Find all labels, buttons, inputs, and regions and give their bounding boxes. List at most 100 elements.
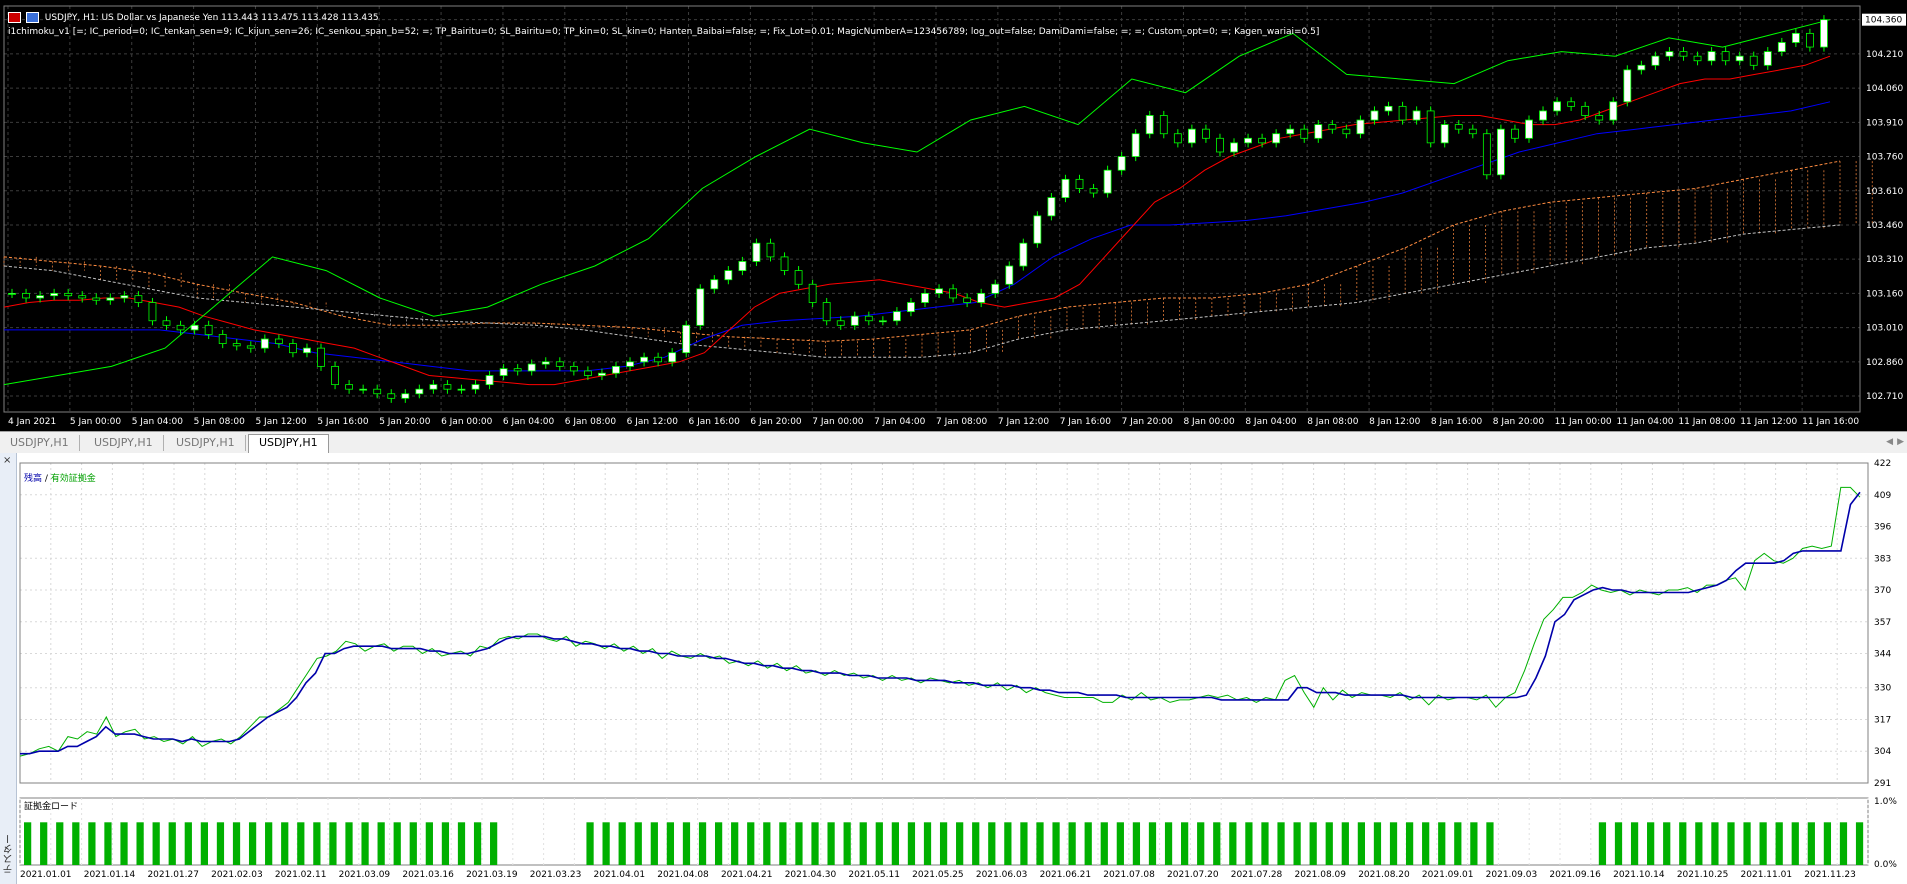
candle-body	[204, 324, 213, 335]
candle-body	[1005, 265, 1014, 285]
margin-bar	[490, 822, 498, 865]
candle-body	[864, 315, 873, 322]
margin-bar	[988, 822, 996, 865]
margin-bar	[1197, 822, 1205, 865]
candle-body	[1820, 19, 1828, 48]
margin-bar	[827, 822, 835, 865]
margin-bar	[1373, 822, 1382, 865]
candle-body	[1665, 51, 1674, 57]
tab-scroll-left-icon[interactable]: ◀	[1886, 437, 1893, 447]
margin-bar	[1164, 822, 1173, 865]
margin-bar	[1341, 822, 1349, 865]
candle-body	[22, 292, 30, 299]
date-tick-label: 2021.09.01	[1422, 870, 1474, 880]
close-icon[interactable]: ×	[3, 455, 11, 466]
candle-body	[1061, 178, 1070, 198]
time-tick-label: 5 Jan 16:00	[317, 417, 369, 427]
date-tick-label: 2021.01.14	[84, 870, 136, 880]
margin-bar	[361, 822, 369, 865]
candle-body	[569, 365, 578, 372]
margin-bar	[811, 822, 819, 865]
price-chart-pane[interactable]: 104.360 104.210 104.060 103.910 103.760 103.6…	[0, 0, 1907, 431]
candle-body	[808, 283, 817, 303]
balance-tick-label: 422	[1874, 459, 1891, 469]
margin-bar	[1020, 822, 1028, 865]
time-tick-label: 7 Jan 00:00	[812, 417, 864, 427]
candle-body	[1117, 156, 1126, 171]
margin-bar	[859, 822, 867, 865]
chikou-span-line	[3, 19, 1831, 386]
candle-body	[92, 297, 101, 301]
chart-menu-icon[interactable]	[8, 12, 21, 23]
margin-bar	[875, 822, 883, 865]
margin-bar	[618, 822, 626, 865]
candle-body	[1019, 242, 1028, 267]
margin-bar	[1229, 822, 1237, 865]
price-tick-label: 102.860	[1866, 358, 1903, 368]
margin-bar	[1679, 822, 1687, 865]
margin-bar	[1405, 822, 1414, 865]
tab-usdjpy-h1-1[interactable]: USDJPY,H1	[0, 435, 80, 451]
margin-bar	[1309, 822, 1317, 865]
margin-bar	[297, 822, 305, 865]
candle-body	[682, 324, 691, 354]
margin-bar	[345, 822, 353, 865]
tab-usdjpy-h1-2[interactable]: USDJPY,H1	[84, 435, 164, 451]
chart-grid	[4, 6, 1860, 412]
candle-body	[752, 242, 761, 262]
candle-body	[612, 365, 620, 374]
kijun-sen-line	[4, 101, 1831, 372]
candle-body	[654, 356, 663, 363]
candle-body	[1581, 105, 1590, 116]
time-tick-label: 6 Jan 12:00	[627, 417, 679, 427]
tab-scroll-right-icon[interactable]: ▶	[1897, 437, 1904, 447]
time-tick-label: 8 Jan 12:00	[1369, 417, 1421, 427]
margin-bar	[1261, 822, 1269, 865]
price-tick-label: 103.310	[1866, 255, 1903, 265]
margin-bar	[763, 822, 771, 865]
strategy-tester-pane: × テスター 422 409 396 383 370 357 344 330 317 304 291…	[0, 453, 1907, 884]
margin-bar	[265, 822, 273, 865]
margin-bar	[313, 822, 321, 865]
margin-bar	[923, 822, 932, 865]
tab-usdjpy-h1-3[interactable]: USDJPY,H1	[166, 435, 246, 451]
margin-tick-label: 1.0%	[1874, 797, 1897, 807]
price-tick-label: 103.160	[1866, 289, 1903, 299]
price-tick-label: 103.010	[1866, 324, 1903, 334]
margin-bar	[425, 822, 433, 865]
candle-body	[1286, 128, 1295, 135]
candle-body	[457, 388, 466, 391]
candle-body	[1159, 115, 1168, 135]
margin-bars	[24, 822, 1864, 865]
margin-bar	[1068, 822, 1076, 865]
margin-bar	[1213, 822, 1221, 865]
candle-body	[1707, 51, 1716, 62]
margin-bar	[1036, 822, 1044, 865]
margin-bar	[88, 822, 96, 865]
margin-bar	[232, 822, 241, 865]
date-tick-label: 2021.05.25	[912, 870, 964, 880]
price-chart[interactable]: 104.360 104.210 104.060 103.910 103.760 103.6…	[0, 0, 1907, 431]
date-tick-label: 2021.06.03	[976, 870, 1028, 880]
margin-bar	[956, 822, 964, 865]
candle-body	[1791, 32, 1800, 43]
date-tick-label: 2021.11.23	[1804, 870, 1856, 880]
candle-body	[303, 347, 311, 354]
candle-body	[738, 261, 747, 271]
chart-type-icon[interactable]	[25, 12, 39, 23]
tab-usdjpy-h1-active[interactable]: USDJPY,H1	[248, 434, 329, 453]
time-tick-label: 11 Jan 04:00	[1617, 417, 1674, 427]
candle-body	[443, 384, 452, 390]
candle-body	[1230, 142, 1238, 153]
candle-body	[1553, 101, 1561, 112]
price-tick-label: 104.210	[1866, 50, 1903, 60]
time-tick-label: 6 Jan 00:00	[441, 417, 493, 427]
time-tick-label: 5 Jan 08:00	[194, 417, 246, 427]
margin-bar	[457, 822, 466, 865]
margin-bar	[72, 822, 80, 865]
margin-bar	[248, 822, 257, 865]
margin-bar	[907, 822, 916, 865]
margin-bar	[1454, 822, 1462, 865]
balance-line	[20, 491, 1861, 755]
date-tick-label: 2021.03.23	[530, 870, 582, 880]
